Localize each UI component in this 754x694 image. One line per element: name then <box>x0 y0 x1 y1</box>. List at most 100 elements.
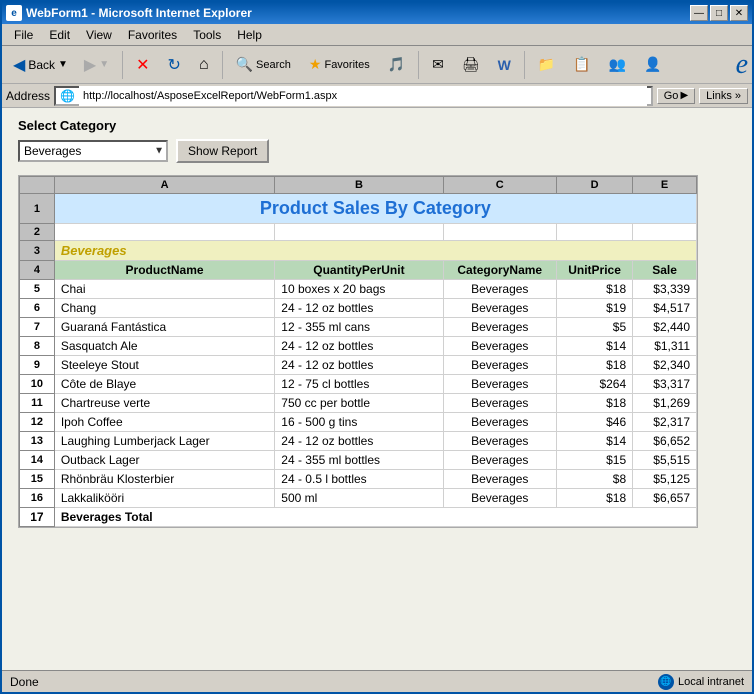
cell-13-qty: 24 - 12 oz bottles <box>275 432 443 451</box>
favorites-icon: ★ <box>309 56 322 73</box>
back-label: Back <box>28 58 55 72</box>
cell-16-sale: $6,657 <box>633 489 697 508</box>
data-row-12: 12 Ipoh Coffee 16 - 500 g tins Beverages… <box>20 413 697 432</box>
status-bar: Done 🌐 Local intranet <box>2 670 752 692</box>
cell-5-name: Chai <box>54 280 274 299</box>
cell-7-price: $5 <box>556 318 632 337</box>
category-name: Beverages <box>54 241 696 261</box>
cell-10-sale: $3,317 <box>633 375 697 394</box>
title-bar: e WebForm1 - Microsoft Internet Explorer… <box>2 2 752 24</box>
status-zone: 🌐 Local intranet <box>658 674 744 690</box>
menu-edit[interactable]: Edit <box>41 26 78 44</box>
cell-11-price: $18 <box>556 394 632 413</box>
cell-13-sale: $6,652 <box>633 432 697 451</box>
cell-14-price: $15 <box>556 451 632 470</box>
forward-button[interactable]: ▶ ▼ <box>77 50 116 80</box>
data-row-8: 8 Sasquatch Ale 24 - 12 oz bottles Bever… <box>20 337 697 356</box>
blank-cell-2d <box>556 224 632 241</box>
home-icon: ⌂ <box>199 56 209 74</box>
col-header-b: B <box>275 177 443 194</box>
cell-10-price: $264 <box>556 375 632 394</box>
col-header-row: A B C D E <box>20 177 697 194</box>
ie-logo: e <box>736 49 748 81</box>
go-arrow: ▶ <box>680 90 688 101</box>
print-button[interactable]: 🖨 <box>455 50 487 80</box>
col-header-e: E <box>633 177 697 194</box>
cell-6-price: $19 <box>556 299 632 318</box>
tools-button[interactable]: 📁 <box>531 50 562 80</box>
links-button[interactable]: Links » <box>699 88 748 104</box>
favorites-button[interactable]: ★ Favorites <box>302 50 377 80</box>
close-button[interactable]: ✕ <box>730 5 748 21</box>
search-label: Search <box>256 59 291 71</box>
go-button[interactable]: Go ▶ <box>657 88 695 104</box>
cell-15-price: $8 <box>556 470 632 489</box>
row-num-12: 12 <box>20 413 55 432</box>
row-num-16: 16 <box>20 489 55 508</box>
row-num-5: 5 <box>20 280 55 299</box>
cell-8-qty: 24 - 12 oz bottles <box>275 337 443 356</box>
mail-button[interactable]: ✉ <box>425 50 451 80</box>
cell-10-cat: Beverages <box>443 375 556 394</box>
category-select[interactable]: Beverages Condiments Confections Dairy P… <box>18 140 168 162</box>
toolbar-sep-2 <box>222 51 223 79</box>
menu-file[interactable]: File <box>6 26 41 44</box>
word-icon: W <box>498 57 511 73</box>
extra-icon: 👥 <box>609 56 626 73</box>
refresh-button[interactable]: ↻ <box>161 50 188 80</box>
word-button[interactable]: W <box>491 50 518 80</box>
media-button[interactable]: 🎵 <box>381 50 412 80</box>
cell-8-name: Sasquatch Ale <box>54 337 274 356</box>
cell-12-name: Ipoh Coffee <box>54 413 274 432</box>
select-category-label: Select Category <box>18 118 736 133</box>
data-row-13: 13 Laughing Lumberjack Lager 24 - 12 oz … <box>20 432 697 451</box>
stop-button[interactable]: ✕ <box>129 50 156 80</box>
menu-help[interactable]: Help <box>229 26 270 44</box>
address-input[interactable] <box>79 86 647 106</box>
cell-6-cat: Beverages <box>443 299 556 318</box>
cell-14-cat: Beverages <box>443 451 556 470</box>
show-report-button[interactable]: Show Report <box>176 139 269 163</box>
cell-9-qty: 24 - 12 oz bottles <box>275 356 443 375</box>
forward-dropdown-icon: ▼ <box>99 59 109 70</box>
row-num-3: 3 <box>20 241 55 261</box>
menu-favorites[interactable]: Favorites <box>120 26 185 44</box>
blank-cell-2c <box>443 224 556 241</box>
status-text: Done <box>10 675 39 689</box>
cell-8-price: $14 <box>556 337 632 356</box>
history-icon: 📋 <box>573 56 590 73</box>
cell-11-cat: Beverages <box>443 394 556 413</box>
browser-icon: e <box>6 5 22 21</box>
search-button[interactable]: 🔍 Search <box>229 50 298 80</box>
maximize-button[interactable]: □ <box>710 5 728 21</box>
row-num-9: 9 <box>20 356 55 375</box>
header-qty-per-unit: QuantityPerUnit <box>275 261 443 280</box>
menu-view[interactable]: View <box>78 26 120 44</box>
extra-button[interactable]: 👥 <box>602 50 633 80</box>
menu-tools[interactable]: Tools <box>185 26 229 44</box>
toolbar: ◀ Back ▼ ▶ ▼ ✕ ↻ ⌂ 🔍 Search ★ Favorites <box>2 46 752 84</box>
data-row-15: 15 Rhönbräu Klosterbier 24 - 0.5 l bottl… <box>20 470 697 489</box>
cell-13-cat: Beverages <box>443 432 556 451</box>
page-icon: 🌐 <box>60 89 75 103</box>
home-button[interactable]: ⌂ <box>192 50 216 80</box>
row-num-15: 15 <box>20 470 55 489</box>
cell-5-qty: 10 boxes x 20 bags <box>275 280 443 299</box>
row-num-6: 6 <box>20 299 55 318</box>
window-title: WebForm1 - Microsoft Internet Explorer <box>26 6 252 20</box>
minimize-button[interactable]: — <box>690 5 708 21</box>
extra2-button[interactable]: 👤 <box>637 50 668 80</box>
cell-14-qty: 24 - 355 ml bottles <box>275 451 443 470</box>
spreadsheet-title: Product Sales By Category <box>54 194 696 224</box>
cell-6-sale: $4,517 <box>633 299 697 318</box>
cell-9-sale: $2,340 <box>633 356 697 375</box>
page-content: Select Category Beverages Condiments Con… <box>2 108 752 670</box>
back-icon: ◀ <box>13 55 25 75</box>
history-button[interactable]: 📋 <box>566 50 597 80</box>
toolbar-sep-4 <box>524 51 525 79</box>
select-row: Beverages Condiments Confections Dairy P… <box>18 139 736 163</box>
back-dropdown-icon: ▼ <box>58 59 68 70</box>
back-button[interactable]: ◀ Back ▼ <box>6 50 75 80</box>
cell-13-price: $14 <box>556 432 632 451</box>
cell-12-cat: Beverages <box>443 413 556 432</box>
